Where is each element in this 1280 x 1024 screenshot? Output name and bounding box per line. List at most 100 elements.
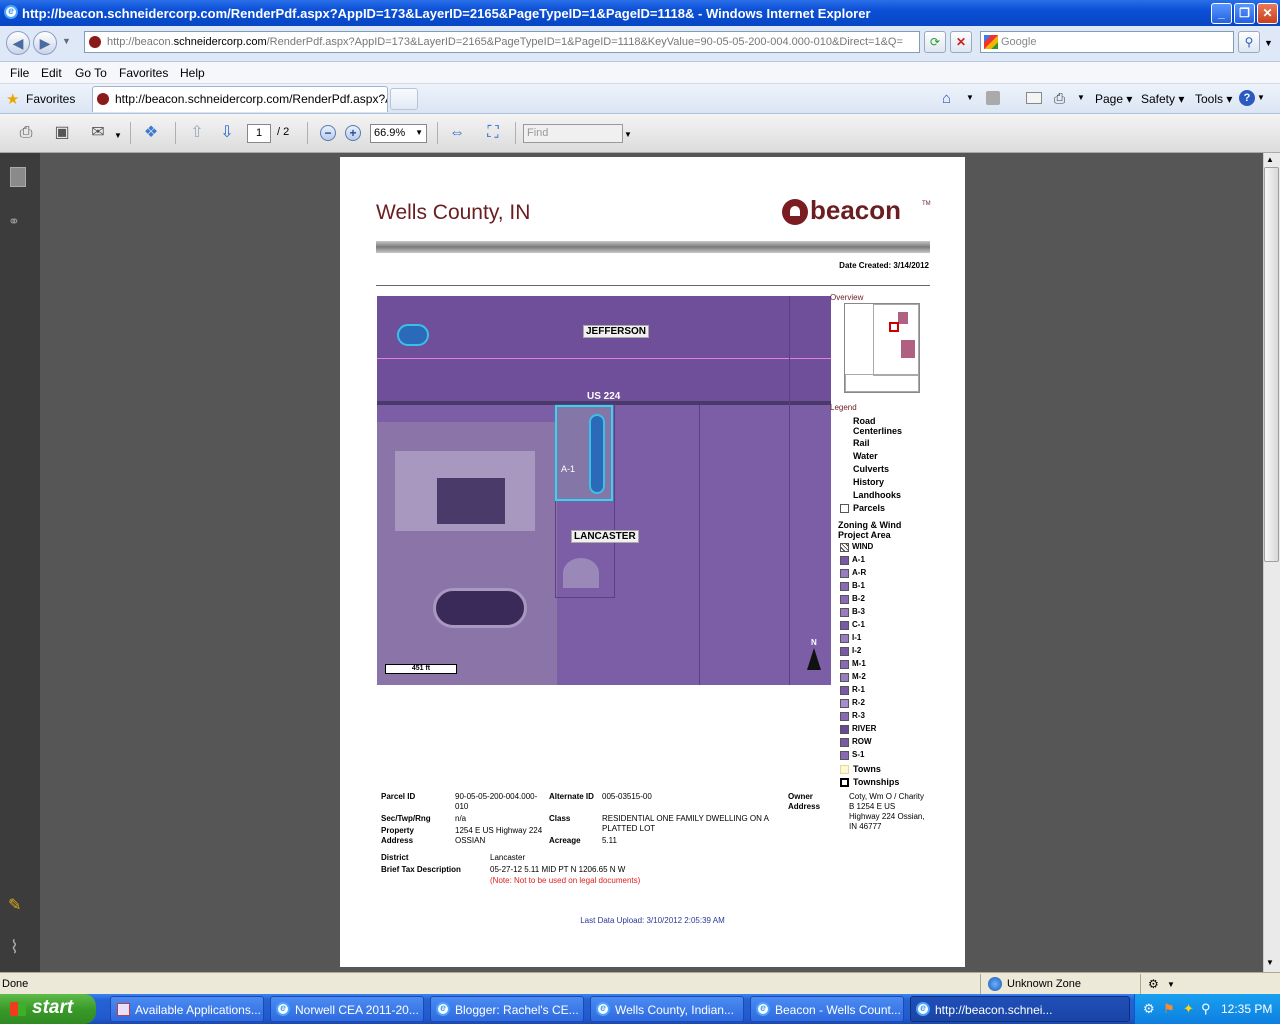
task-label: Norwell CEA 2011-20... xyxy=(295,1003,419,1017)
pages-panel-icon[interactable] xyxy=(10,167,26,187)
print-icon[interactable]: ⎙ xyxy=(1054,90,1065,107)
google-icon xyxy=(984,35,998,49)
search-go-icon[interactable]: ⚲ xyxy=(1238,31,1260,53)
page-menu[interactable]: Page ▾ xyxy=(1095,92,1132,106)
fit-width-icon[interactable]: ⇔ xyxy=(446,122,468,144)
scroll-down-icon[interactable]: ▼ xyxy=(1266,958,1274,967)
attachments-icon[interactable]: ⌇ xyxy=(10,937,19,958)
stop-icon[interactable]: ✕ xyxy=(950,31,972,53)
menu-edit[interactable]: Edit xyxy=(41,66,62,80)
field-line xyxy=(699,405,700,685)
zoning-swatch xyxy=(840,699,849,708)
help-dropdown-icon[interactable]: ▼ xyxy=(1257,93,1265,102)
address-input[interactable]: http://beacon.schneidercorp.com/RenderPd… xyxy=(84,31,920,53)
pdf-viewer: ⚭ ✎ ⌇ Wells County, IN beacon TM Date Cr… xyxy=(0,153,1280,972)
forward-button[interactable]: ▶ xyxy=(33,31,57,55)
fit-page-icon[interactable]: ⛶ xyxy=(482,122,504,144)
new-tab-button[interactable] xyxy=(390,88,418,110)
zoom-in-icon[interactable]: + xyxy=(345,125,361,141)
system-tray: ⚙ ⚑ ✦ ⚲ 12:35 PM xyxy=(1134,994,1280,1024)
zoom-select[interactable]: 66.9% ▼ xyxy=(370,124,427,143)
find-dropdown-icon[interactable]: ▼ xyxy=(624,130,632,139)
tray-search-icon[interactable]: ⚲ xyxy=(1201,1001,1211,1017)
tray-volume-icon[interactable]: ✦ xyxy=(1183,1001,1194,1017)
search-options-icon[interactable]: ▼ xyxy=(1264,38,1273,48)
menu-help[interactable]: Help xyxy=(180,66,205,80)
beacon-logo-icon xyxy=(782,199,808,225)
legend-townships: Townships xyxy=(853,777,900,787)
zoning-swatch xyxy=(840,543,849,552)
page-number-input[interactable]: 1 xyxy=(247,124,271,143)
print-dropdown-icon[interactable]: ▼ xyxy=(1077,93,1085,102)
zoning-r3: R-3 xyxy=(852,711,865,720)
map-label-us224: US 224 xyxy=(587,391,621,402)
task-beacon[interactable]: e Beacon - Wells Count... xyxy=(750,996,904,1022)
tray-network-icon[interactable]: ⚙ xyxy=(1143,1001,1155,1017)
zoning-swatch xyxy=(840,686,849,695)
search-input[interactable]: Google xyxy=(980,31,1234,53)
pdf-print-icon[interactable]: ⎙ xyxy=(15,122,37,144)
refresh-icon[interactable]: ⟳ xyxy=(924,31,946,53)
tray-security-icon[interactable]: ⚑ xyxy=(1163,1001,1175,1017)
zoning-swatch xyxy=(840,556,849,565)
parcel-id-value: 90-05-05-200-004.000-010 xyxy=(455,792,538,811)
close-button[interactable]: ✕ xyxy=(1257,3,1278,24)
zoning-swatch xyxy=(840,569,849,578)
alt-id-value: 005-03515-00 xyxy=(602,792,652,801)
safety-menu[interactable]: Safety ▾ xyxy=(1141,92,1184,106)
pdf-save-icon[interactable]: ▣ xyxy=(51,122,73,144)
scroll-up-icon[interactable]: ▲ xyxy=(1266,155,1274,164)
legend-swatch-parcels xyxy=(840,504,849,513)
minimize-button[interactable]: _ xyxy=(1211,3,1232,24)
help-icon[interactable]: ? xyxy=(1239,90,1255,106)
page-total: / 2 xyxy=(277,126,290,138)
task-blogger[interactable]: e Blogger: Rachel's CE... xyxy=(430,996,584,1022)
map-label-jefferson: JEFFERSON xyxy=(583,325,650,338)
overview-map[interactable] xyxy=(844,303,920,393)
zoom-dropdown-icon: ▼ xyxy=(415,128,423,137)
bookmarks-icon[interactable]: ⚭ xyxy=(8,213,30,229)
class-label: Class xyxy=(549,814,571,823)
pond-shape xyxy=(397,324,429,346)
next-page-icon[interactable]: ⇩ xyxy=(216,122,238,144)
zoning-ar: A-R xyxy=(852,568,867,577)
scrollbar-thumb[interactable] xyxy=(1264,167,1279,562)
left-nav-panel: ⚭ ✎ ⌇ xyxy=(0,153,40,972)
find-input[interactable]: Find xyxy=(523,124,623,143)
mail-icon[interactable] xyxy=(1026,92,1042,104)
zoning-swatch xyxy=(840,660,849,669)
zoning-swatch xyxy=(840,595,849,604)
comments-icon[interactable]: ✎ xyxy=(8,895,21,915)
zoom-out-icon[interactable]: − xyxy=(320,125,336,141)
tools-menu[interactable]: Tools ▾ xyxy=(1195,92,1232,106)
menu-goto[interactable]: Go To xyxy=(75,66,107,80)
task-norwell-cea[interactable]: e Norwell CEA 2011-20... xyxy=(270,996,424,1022)
menu-favorites[interactable]: Favorites xyxy=(119,66,168,80)
menu-file[interactable]: File xyxy=(10,66,29,80)
feeds-icon[interactable] xyxy=(986,91,1000,105)
prev-page-icon[interactable]: ⇧ xyxy=(186,122,208,144)
start-button[interactable]: start xyxy=(0,994,96,1024)
back-button[interactable]: ◀ xyxy=(6,31,30,55)
share-dropdown-icon[interactable]: ▼ xyxy=(114,131,122,140)
parcel-zone-label: A-1 xyxy=(561,464,576,474)
tab-active[interactable]: http://beacon.schneidercorp.com/RenderPd… xyxy=(92,86,388,112)
protected-mode-icon[interactable]: ⚙ xyxy=(1148,977,1159,991)
maximize-button[interactable]: ❐ xyxy=(1234,3,1255,24)
home-icon[interactable]: ⌂ xyxy=(942,90,951,107)
legend-parcels: Parcels xyxy=(853,503,886,513)
ie-icon: e xyxy=(4,5,18,19)
pdf-comment-icon[interactable]: ❖ xyxy=(140,122,162,144)
pdf-share-icon[interactable]: ✉ xyxy=(87,122,109,144)
district-label: District xyxy=(381,853,409,862)
task-available-applications[interactable]: Available Applications... xyxy=(110,996,264,1022)
task-beacon-pdf[interactable]: e http://beacon.schnei... xyxy=(910,996,1130,1022)
favorites-button[interactable]: Favorites xyxy=(26,92,75,106)
security-zone: Unknown Zone xyxy=(1007,978,1081,990)
parcel-map[interactable]: A-1 JEFFERSON US 224 LANCASTER 451 ft N xyxy=(377,296,831,685)
task-wells-county[interactable]: e Wells County, Indian... xyxy=(590,996,744,1022)
zoom-status-dropdown-icon[interactable]: ▼ xyxy=(1167,980,1175,989)
history-dropdown-icon[interactable]: ▼ xyxy=(62,36,71,46)
home-dropdown-icon[interactable]: ▼ xyxy=(966,93,974,102)
favorites-bar: ★ Favorites http://beacon.schneidercorp.… xyxy=(0,84,1280,114)
